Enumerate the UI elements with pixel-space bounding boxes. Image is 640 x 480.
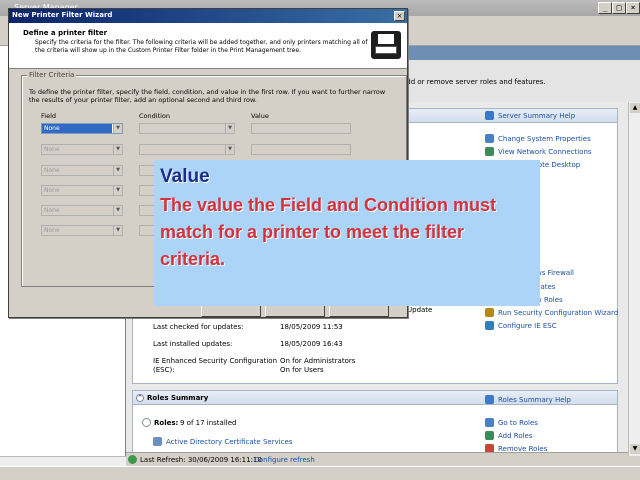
view-network-connections-link[interactable]: View Network Connections [498, 148, 592, 156]
status-bar: Last Refresh: 30/06/2009 16:11:10 Config… [126, 452, 628, 466]
vertical-scrollbar[interactable]: ▲ ▼ [628, 102, 640, 456]
chevron-down-icon[interactable]: ▼ [113, 226, 122, 235]
step-title: Define a printer filter [23, 29, 108, 37]
update-value: Update [407, 306, 433, 314]
view-roles-link[interactable]: w Roles [536, 296, 563, 304]
last-checked-label: Last checked for updates: [153, 323, 244, 331]
condition-select-1[interactable]: ▼ [139, 123, 235, 134]
security-wizard-icon [485, 308, 494, 317]
field-select-3[interactable]: None ▼ [41, 165, 123, 176]
field-select-6[interactable]: None ▼ [41, 225, 123, 236]
go-to-roles-icon [485, 418, 494, 427]
maximize-button[interactable]: □ [612, 2, 626, 14]
value-input-2[interactable] [251, 144, 351, 155]
horizontal-scrollbar[interactable] [0, 456, 126, 466]
system-properties-icon [485, 134, 494, 143]
ie-esc-value-users: On for Users [280, 366, 324, 374]
go-to-roles-link[interactable]: Go to Roles [498, 419, 538, 427]
last-installed-label: Last installed updates: [153, 340, 233, 348]
value-input-1[interactable] [251, 123, 351, 134]
chevron-down-icon[interactable]: ▼ [113, 206, 122, 215]
scroll-up-icon[interactable]: ▲ [630, 103, 640, 113]
ie-esc-value-admins: On for Administrators [280, 357, 356, 365]
header-description: add or remove server roles and features. [402, 78, 546, 86]
field-select-2[interactable]: None ▼ [41, 144, 123, 155]
bottom-bar [0, 466, 640, 480]
certificate-services-icon [153, 437, 162, 446]
field-column-header: Field [41, 112, 57, 120]
chevron-down-icon[interactable]: ▼ [225, 145, 234, 154]
last-installed-value: 18/05/2009 16:43 [280, 340, 343, 348]
condition-select-2[interactable]: ▼ [139, 144, 235, 155]
chevron-down-icon[interactable]: ▼ [113, 145, 122, 154]
run-security-configuration-wizard-link[interactable]: Run Security Configuration Wizard [498, 309, 618, 317]
last-checked-value: 18/05/2009 11:53 [280, 323, 343, 331]
wizard-header: Define a printer filter Specify the crit… [9, 23, 407, 69]
minimize-button[interactable]: _ [598, 2, 612, 14]
roles-count: 9 of 17 installed [180, 419, 237, 427]
chevron-down-icon[interactable]: ▼ [113, 186, 122, 195]
ie-esc-icon [485, 321, 494, 330]
network-icon [485, 147, 494, 156]
chevron-down-icon[interactable]: ▼ [225, 124, 234, 133]
callout-heading: Value [160, 166, 210, 187]
condition-column-header: Condition [139, 112, 171, 120]
add-roles-link[interactable]: Add Roles [498, 432, 533, 440]
scroll-down-icon[interactable]: ▼ [630, 444, 640, 454]
wizard-title: New Printer Filter Wizard [12, 11, 113, 19]
configure-ie-esc-link[interactable]: Configure IE ESC [498, 322, 557, 330]
roles-summary-help-link[interactable]: Roles Summary Help [498, 396, 571, 404]
add-roles-icon [485, 431, 494, 440]
wizard-titlebar: New Printer Filter Wizard × [9, 9, 407, 23]
wizard-close-button[interactable]: × [394, 11, 405, 21]
expand-roles-icon[interactable] [142, 418, 151, 427]
active-directory-certificate-services-link[interactable]: Active Directory Certificate Services [166, 438, 292, 446]
change-system-properties-link[interactable]: Change System Properties [498, 135, 591, 143]
chevron-down-icon[interactable]: ▼ [113, 124, 122, 133]
close-window-button[interactable]: × [626, 2, 640, 14]
field-select-5[interactable]: None ▼ [41, 205, 123, 216]
refresh-icon [128, 455, 137, 464]
roles-label: Roles: [154, 419, 179, 427]
windows-firewall-link[interactable]: ws Firewall [536, 269, 574, 277]
help-icon [485, 395, 494, 404]
chevron-down-icon[interactable]: ▼ [113, 166, 122, 175]
server-summary-help-link[interactable]: Server Summary Help [498, 112, 575, 120]
step-description: Specify the criteria for the filter. The… [35, 39, 368, 54]
field-select-1[interactable]: None ▼ [41, 123, 123, 134]
value-column-header: Value [251, 112, 269, 120]
help-icon [485, 111, 494, 120]
configure-refresh-link[interactable]: Configure refresh [254, 456, 315, 464]
printer-icon [371, 31, 401, 59]
callout-body: The value the Field and Condition must m… [160, 195, 497, 269]
ie-esc-label-2: (ESC): [153, 366, 175, 374]
collapse-icon[interactable]: ^ [136, 394, 144, 402]
filter-instructions: To define the printer filter, specify th… [29, 88, 386, 104]
ie-esc-label: IE Enhanced Security Configuration [153, 357, 278, 365]
filter-criteria-label: Filter Criteria [27, 71, 77, 79]
field-select-4[interactable]: None ▼ [41, 185, 123, 196]
last-refresh-text: Last Refresh: 30/06/2009 16:11:10 [140, 456, 262, 464]
roles-summary-title: Roles Summary [147, 394, 209, 402]
tooltip-callout: Value The value the Field and Condition … [154, 160, 540, 306]
